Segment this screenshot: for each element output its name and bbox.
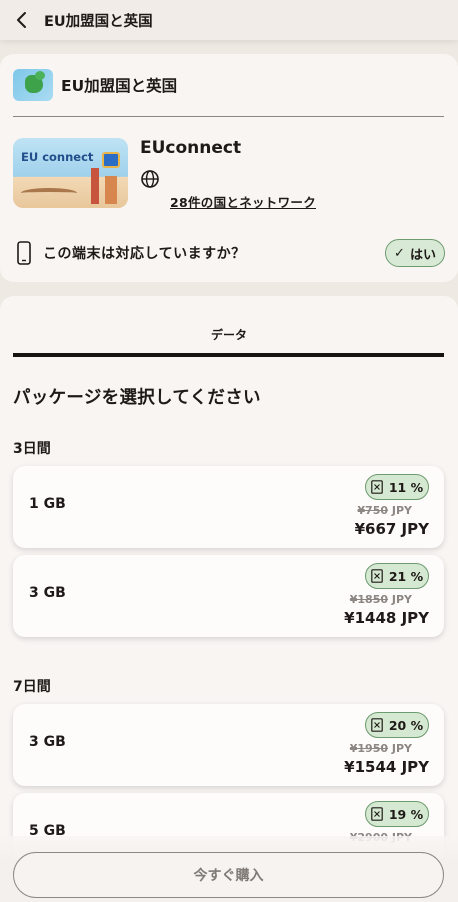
globe-icon xyxy=(141,170,159,188)
package-name: EUconnect xyxy=(140,138,242,158)
discount-tag-icon xyxy=(371,569,383,583)
divider xyxy=(13,116,444,117)
buy-now-button[interactable]: 今すぐ購入 xyxy=(13,852,444,898)
page-title: EU加盟国と英国 xyxy=(44,13,153,30)
offer-card[interactable]: 3 GB 21 % ¥1850 JPY ¥1448 JPY xyxy=(13,555,444,637)
region-row: EU加盟国と英国 xyxy=(13,68,177,102)
tab-indicator xyxy=(13,353,444,357)
compatibility-badge-label: はい xyxy=(409,247,436,263)
discount-tag-icon xyxy=(371,718,383,732)
discount-value: 21 % xyxy=(388,568,424,584)
region-title: EU加盟国と英国 xyxy=(61,77,178,95)
duration-label: 7日間 xyxy=(13,679,51,695)
back-button[interactable] xyxy=(4,2,40,38)
offer-card[interactable]: 3 GB 20 % ¥1950 JPY ¥1544 JPY xyxy=(13,704,444,786)
offer-price: ¥1448 JPY xyxy=(344,609,429,627)
smartphone-icon xyxy=(13,240,35,266)
bottom-action-bar: 今すぐ購入 xyxy=(0,836,458,902)
package-info-card: EU加盟国と英国 EU connect EUconnect 28件の国とネットワ… xyxy=(0,54,458,282)
discount-value: 20 % xyxy=(388,717,424,733)
discount-badge: 21 % xyxy=(365,563,429,589)
original-price: ¥1950 JPY xyxy=(349,742,412,755)
package-selection-card: データ パッケージを選択してください 3日間 1 GB 11 % ¥750 JP… xyxy=(0,296,458,902)
discount-badge: 19 % xyxy=(365,801,429,827)
europe-map-icon xyxy=(13,69,53,101)
package-image: EU connect xyxy=(13,138,128,208)
offer-data-amount: 3 GB xyxy=(29,734,66,750)
compatibility-badge: ✓ はい xyxy=(385,239,445,267)
checkmark-icon: ✓ xyxy=(394,245,405,261)
top-bar: EU加盟国と英国 xyxy=(0,0,458,40)
package-image-brand: EU connect xyxy=(21,150,94,164)
device-compatibility-question: この端末は対応していますか？ xyxy=(43,246,246,262)
original-price: ¥1850 JPY xyxy=(349,593,412,606)
networks-link[interactable]: 28件の国とネットワーク xyxy=(170,192,316,211)
original-price: ¥750 JPY xyxy=(357,504,412,517)
chevron-left-icon xyxy=(17,12,26,28)
discount-badge: 20 % xyxy=(365,712,429,738)
offer-price: ¥667 JPY xyxy=(354,520,429,538)
discount-badge: 11 % xyxy=(365,474,429,500)
offer-data-amount: 1 GB xyxy=(29,496,66,512)
offer-data-amount: 3 GB xyxy=(29,585,66,601)
offer-price: ¥1544 JPY xyxy=(344,758,429,776)
device-compatibility-row[interactable]: この端末は対応していますか？ ✓ はい xyxy=(13,238,445,268)
discount-tag-icon xyxy=(371,480,383,494)
discount-value: 19 % xyxy=(388,806,424,822)
duration-label: 3日間 xyxy=(13,441,51,457)
discount-tag-icon xyxy=(371,807,383,821)
offer-card[interactable]: 1 GB 11 % ¥750 JPY ¥667 JPY xyxy=(13,466,444,548)
tab-data[interactable]: データ xyxy=(0,326,458,343)
sim-chip-icon xyxy=(102,152,120,168)
section-heading: パッケージを選択してください xyxy=(13,388,261,408)
discount-value: 11 % xyxy=(388,479,424,495)
